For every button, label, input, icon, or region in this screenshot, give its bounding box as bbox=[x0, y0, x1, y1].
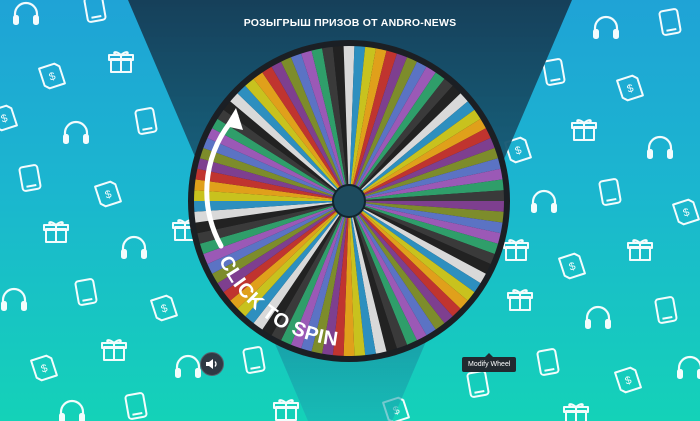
prize-wheel[interactable] bbox=[188, 40, 510, 362]
wheel-hub bbox=[332, 184, 366, 218]
speaker-icon bbox=[206, 359, 217, 369]
sound-button[interactable] bbox=[200, 352, 224, 376]
modify-wheel-tooltip[interactable]: Modify Wheel bbox=[462, 353, 517, 372]
